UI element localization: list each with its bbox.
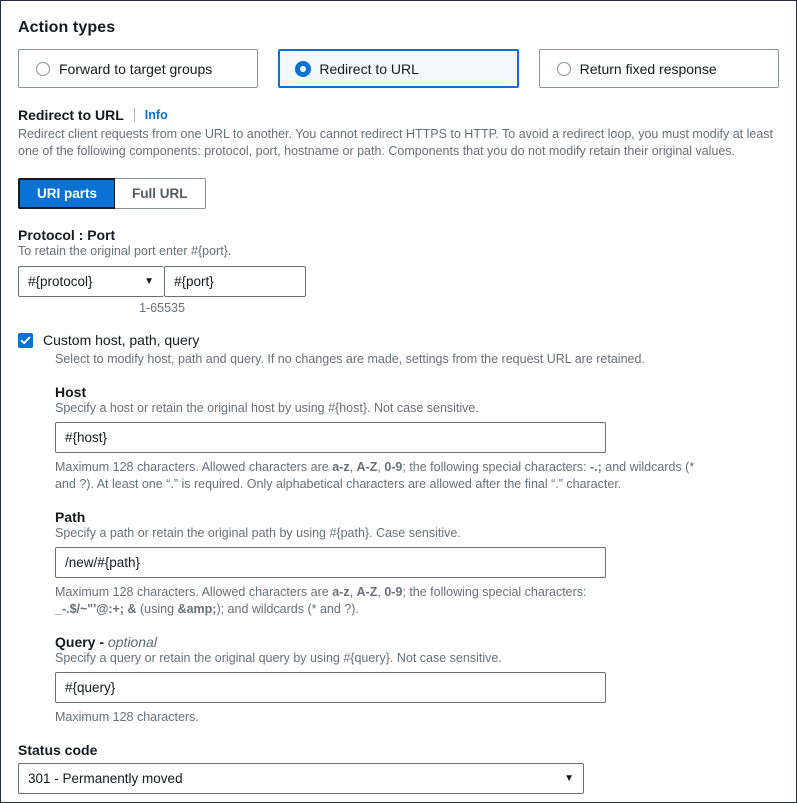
query-group: Query - optional Specify a query or reta… (55, 634, 779, 726)
uri-mode-segmented-control: URI parts Full URL (18, 178, 206, 209)
port-range-hint: 1-65535 (139, 301, 185, 315)
protocol-select-value: #{protocol} (28, 274, 93, 289)
radio-icon (556, 61, 571, 76)
host-constraint-digits: 0-9 (384, 460, 403, 474)
status-code-select-wrap: 301 - Permanently moved ▼ (18, 763, 584, 794)
path-constraint-suffix: ); and wildcards (* and ?). (216, 602, 359, 616)
host-constraint-az-lower: a-z (332, 460, 350, 474)
path-constraint-sep5: (using (136, 602, 178, 616)
protocol-select[interactable]: #{protocol} (18, 266, 164, 297)
radio-icon (36, 61, 50, 76)
protocol-select-wrap: #{protocol} ▼ (18, 266, 164, 297)
protocol-port-group: Protocol : Port To retain the original p… (18, 227, 779, 315)
query-constraints: Maximum 128 characters. (55, 710, 199, 724)
redirect-to-url-header: Redirect to URL Info (18, 107, 779, 123)
query-hint: Specify a query or retain the original q… (55, 651, 502, 665)
action-type-return-fixed-response[interactable]: Return fixed response (538, 49, 779, 88)
host-constraint-sep1: , (349, 460, 357, 474)
path-group: Path Specify a path or retain the origin… (55, 509, 779, 618)
path-constraint-specials: _-.$/~"'@:+; (55, 602, 125, 616)
redirect-action-panel: Action types Forward to target groups Re… (0, 0, 797, 803)
host-constraint-prefix: Maximum 128 characters. Allowed characte… (55, 460, 333, 474)
host-constraint-specials: -.; (589, 460, 602, 474)
action-type-radio-group: Forward to target groups Redirect to URL… (18, 49, 779, 88)
query-label: Query - optional (55, 634, 779, 650)
redirect-description: Redirect client requests from one URL to… (18, 127, 774, 158)
path-input[interactable] (55, 547, 606, 578)
action-type-label: Forward to target groups (59, 60, 213, 77)
status-code-group: Status code 301 - Permanently moved ▼ (18, 742, 779, 794)
path-label: Path (55, 509, 86, 525)
status-code-select[interactable]: 301 - Permanently moved (18, 763, 584, 794)
host-hint: Specify a host or retain the original ho… (55, 401, 479, 415)
path-constraint-sep1: , (349, 585, 357, 599)
path-constraint-az-upper: A-Z (356, 585, 378, 599)
redirect-to-url-label: Redirect to URL (18, 107, 124, 123)
action-type-redirect-to-url[interactable]: Redirect to URL (278, 49, 519, 88)
path-constraint-az-lower: a-z (332, 585, 350, 599)
host-constraint-az-upper: A-Z (356, 460, 378, 474)
custom-host-path-query-hint: Select to modify host, path and query. I… (55, 352, 645, 366)
path-constraint-sep3: ; the following special characters: (402, 585, 587, 599)
divider (133, 108, 135, 122)
query-optional-tag: optional (107, 634, 157, 650)
action-type-label: Redirect to URL (319, 60, 419, 77)
custom-host-path-query-row: Custom host, path, query (18, 332, 779, 348)
path-constraint-ampersand: & (127, 602, 137, 616)
port-input[interactable] (164, 266, 306, 297)
path-constraint-amp-entity: &amp; (177, 602, 217, 616)
protocol-port-hint: To retain the original port enter #{port… (18, 244, 232, 258)
query-label-text: Query - (55, 634, 108, 650)
path-constraints: Maximum 128 characters. Allowed characte… (55, 584, 655, 618)
host-input[interactable] (55, 422, 606, 453)
status-code-value: 301 - Permanently moved (28, 771, 183, 786)
custom-host-path-query-label[interactable]: Custom host, path, query (43, 332, 199, 348)
host-constraints: Maximum 128 characters. Allowed characte… (55, 459, 715, 493)
path-constraint-digits: 0-9 (384, 585, 403, 599)
host-label: Host (55, 384, 87, 400)
checkbox-checked-icon[interactable] (18, 332, 33, 348)
query-input[interactable] (55, 672, 606, 703)
host-group: Host Specify a host or retain the origin… (55, 384, 779, 493)
radio-selected-icon (296, 61, 311, 76)
segment-uri-parts[interactable]: URI parts (18, 178, 116, 209)
status-code-label: Status code (18, 742, 98, 758)
action-type-forward-to-target-groups[interactable]: Forward to target groups (18, 49, 259, 88)
path-hint: Specify a path or retain the original pa… (55, 526, 461, 540)
segment-full-url[interactable]: Full URL (115, 178, 206, 209)
host-constraint-sep3: ; the following special characters: (402, 460, 590, 474)
protocol-port-label: Protocol : Port (18, 227, 116, 243)
path-constraint-prefix: Maximum 128 characters. Allowed characte… (55, 585, 333, 599)
page-title: Action types (18, 19, 116, 36)
action-type-label: Return fixed response (579, 60, 717, 77)
info-link[interactable]: Info (145, 108, 168, 122)
